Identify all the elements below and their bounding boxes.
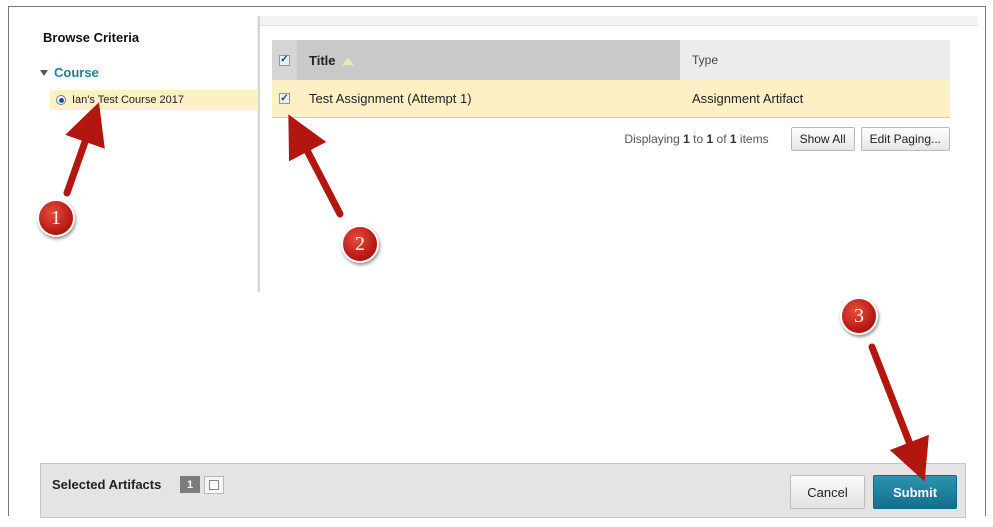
paging-from: 1 (683, 132, 690, 146)
selected-artifacts-label: Selected Artifacts (52, 477, 162, 492)
step-2-marker: 2 (341, 225, 379, 263)
table-row[interactable]: ✓ Test Assignment (Attempt 1) Assignment… (272, 80, 950, 118)
select-all-cell: ✓ (272, 40, 297, 80)
content-top-strip (260, 16, 978, 26)
row-check-cell: ✓ (272, 80, 297, 117)
selected-count-badge: 1 (180, 476, 200, 493)
radio-selected-icon[interactable] (56, 95, 66, 105)
paging-summary: Displaying 1 to 1 of 1 items (624, 132, 768, 146)
course-option-label: Ian's Test Course 2017 (72, 94, 184, 106)
type-header-label: Type (692, 53, 719, 67)
paging-total: 1 (729, 132, 737, 146)
select-all-checkbox[interactable]: ✓ (279, 54, 290, 66)
paging-suffix: items (739, 132, 769, 146)
paging-prefix: Displaying (624, 132, 680, 146)
step-1-marker: 1 (37, 199, 75, 237)
table-header: ✓ Title Type (272, 40, 950, 80)
cancel-button[interactable]: Cancel (790, 475, 865, 509)
browse-panel: Browse Criteria Course Ian's Test Course… (28, 16, 260, 292)
title-column-header[interactable]: Title (297, 40, 680, 80)
edit-paging-button[interactable]: Edit Paging... (860, 127, 950, 151)
row-checkbox[interactable]: ✓ (279, 93, 290, 104)
expand-selection-icon[interactable] (204, 476, 224, 494)
row-title: Test Assignment (Attempt 1) (309, 91, 472, 106)
artifacts-table: ✓ Title Type ✓ Test Assignment (Attempt … (272, 40, 950, 118)
course-label: Course (54, 65, 99, 80)
browse-criteria-heading: Browse Criteria (43, 30, 140, 45)
show-all-button[interactable]: Show All (790, 127, 855, 151)
caret-down-icon[interactable] (40, 69, 48, 76)
selected-artifacts-bar: Selected Artifacts 1 Cancel Submit (40, 463, 966, 518)
paging-to: 1 (706, 132, 714, 146)
panel-divider (257, 16, 260, 292)
paging-of-word: of (716, 132, 727, 146)
sort-ascending-icon[interactable] (341, 57, 354, 65)
paging-bar: Displaying 1 to 1 of 1 items Show All Ed… (272, 126, 950, 152)
step-3-marker: 3 (840, 297, 878, 335)
row-type: Assignment Artifact (692, 91, 804, 106)
paging-to-word: to (693, 132, 704, 146)
title-header-label: Title (309, 52, 336, 68)
course-option[interactable]: Ian's Test Course 2017 (50, 90, 260, 110)
submit-button[interactable]: Submit (873, 475, 957, 509)
course-tree-node[interactable]: Course (40, 65, 99, 80)
type-column-header[interactable]: Type (680, 40, 950, 80)
